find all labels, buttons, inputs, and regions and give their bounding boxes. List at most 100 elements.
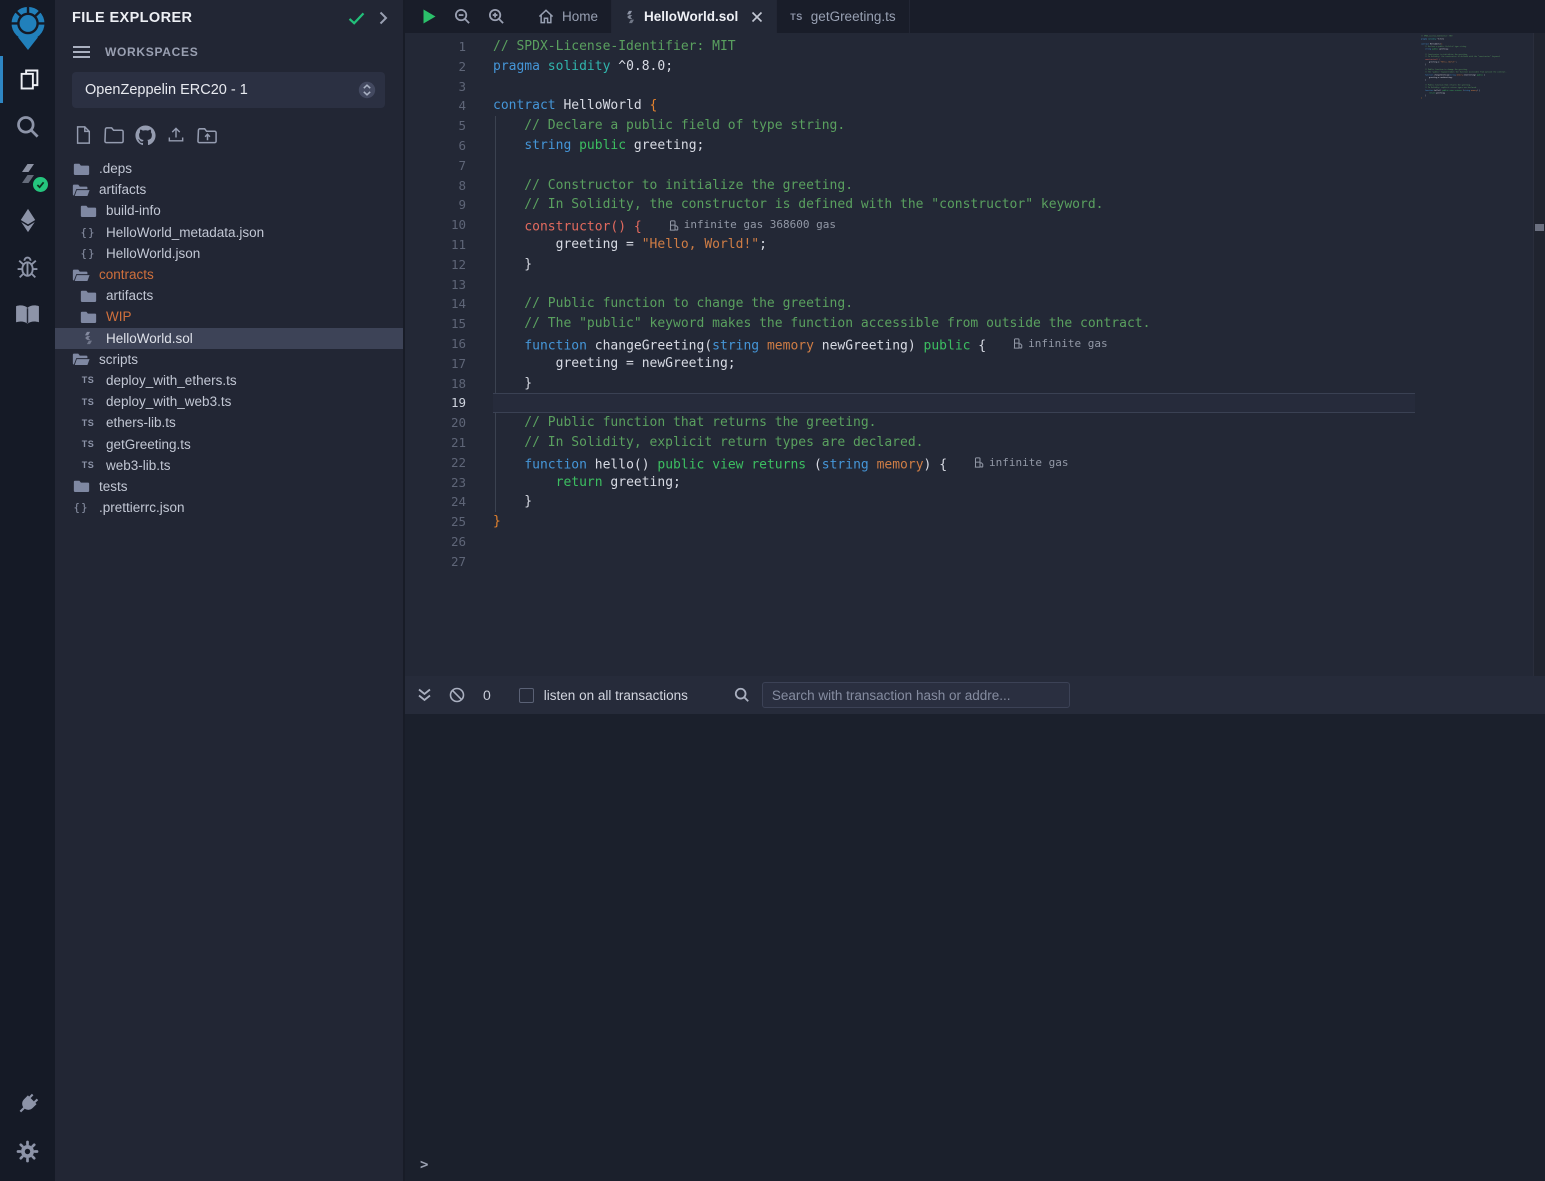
tree-item[interactable]: artifacts	[55, 179, 403, 200]
line-number[interactable]: 8	[405, 176, 493, 196]
editor-scrollbar[interactable]	[1533, 33, 1545, 676]
line-number[interactable]: 19	[405, 393, 493, 413]
code-line[interactable]: greeting = "Hello, World!";	[493, 235, 1415, 255]
zoom-out-icon[interactable]	[454, 8, 471, 25]
line-number[interactable]: 13	[405, 275, 493, 295]
line-number[interactable]: 12	[405, 255, 493, 275]
load-local-folder-icon[interactable]	[196, 124, 218, 146]
tree-item[interactable]: {}.prettierrc.json	[55, 497, 403, 518]
code-line[interactable]	[493, 156, 1415, 176]
rail-solidity-compiler[interactable]	[0, 150, 55, 197]
code-line[interactable]: // Constructor to initialize the greetin…	[493, 176, 1415, 196]
new-file-icon[interactable]	[72, 124, 94, 146]
rail-debugger[interactable]	[0, 244, 55, 291]
line-number[interactable]: 6	[405, 136, 493, 156]
line-number[interactable]: 22	[405, 453, 493, 473]
line-number[interactable]: 4	[405, 96, 493, 116]
terminal-search-input[interactable]	[762, 682, 1070, 708]
code-line[interactable]: greeting = newGreeting;	[493, 354, 1415, 374]
tree-item[interactable]: TSdeploy_with_web3.ts	[55, 391, 403, 412]
line-number[interactable]: 16	[405, 334, 493, 354]
tree-item[interactable]: artifacts	[55, 285, 403, 306]
code-line[interactable]	[1421, 102, 1522, 105]
code-line[interactable]	[493, 552, 1415, 572]
code-line[interactable]: constructor() {infinite gas 368600 gas	[493, 215, 1415, 235]
code-line[interactable]: // In Solidity, the constructor is defin…	[493, 195, 1415, 215]
tree-item[interactable]: build-info	[55, 200, 403, 221]
tree-item[interactable]: WIP	[55, 306, 403, 327]
code-line[interactable]: }	[493, 492, 1415, 512]
rail-settings[interactable]	[0, 1128, 55, 1175]
listen-transactions-checkbox[interactable]	[519, 688, 534, 703]
code-line[interactable]: }	[493, 374, 1415, 394]
code-area[interactable]: // SPDX-License-Identifier: MITpragma so…	[493, 33, 1415, 676]
code-line[interactable]: // Declare a public field of type string…	[493, 116, 1415, 136]
line-number[interactable]: 24	[405, 492, 493, 512]
line-number[interactable]: 17	[405, 354, 493, 374]
hamburger-menu-icon[interactable]	[72, 45, 91, 59]
code-line[interactable]	[493, 275, 1415, 295]
code-line[interactable]: return greeting;	[493, 473, 1415, 493]
line-number[interactable]: 23	[405, 473, 493, 493]
tree-item[interactable]: scripts	[55, 349, 403, 370]
line-number[interactable]: 1	[405, 37, 493, 57]
line-number[interactable]: 25	[405, 512, 493, 532]
line-number[interactable]: 7	[405, 156, 493, 176]
code-line[interactable]: // Public function to change the greetin…	[493, 294, 1415, 314]
tree-item[interactable]: tests	[55, 476, 403, 497]
line-number[interactable]: 3	[405, 77, 493, 97]
line-number[interactable]: 5	[405, 116, 493, 136]
line-number[interactable]: 18	[405, 374, 493, 394]
code-line[interactable]: // The "public" keyword makes the functi…	[493, 314, 1415, 334]
tree-item[interactable]: {}HelloWorld_metadata.json	[55, 222, 403, 243]
code-line[interactable]	[493, 77, 1415, 97]
minimap[interactable]: // SPDX-License-Identifier: MITpragma so…	[1421, 35, 1527, 113]
tree-item[interactable]: HelloWorld.sol	[55, 328, 403, 349]
collapse-terminal-icon[interactable]	[417, 688, 432, 702]
code-line[interactable]: // Public function that returns the gree…	[493, 413, 1415, 433]
code-line[interactable]: pragma solidity ^0.8.0;	[493, 57, 1415, 77]
line-number[interactable]: 9	[405, 195, 493, 215]
code-line[interactable]: function changeGreeting(string memory ne…	[493, 334, 1415, 354]
clear-console-icon[interactable]	[449, 687, 465, 703]
publish-workspace-icon[interactable]	[165, 124, 187, 146]
line-number[interactable]: 14	[405, 294, 493, 314]
line-number[interactable]: 2	[405, 57, 493, 77]
code-line[interactable]: // In Solidity, explicit return types ar…	[493, 433, 1415, 453]
code-line[interactable]: // SPDX-License-Identifier: MIT	[493, 37, 1415, 57]
line-number[interactable]: 26	[405, 532, 493, 552]
code-line[interactable]: contract HelloWorld {	[493, 96, 1415, 116]
collapse-panel-chevron-icon[interactable]	[379, 11, 388, 25]
new-folder-icon[interactable]	[103, 124, 125, 146]
code-line[interactable]: }	[493, 512, 1415, 532]
tab-helloworld-sol[interactable]: HelloWorld.sol	[612, 0, 777, 33]
line-number[interactable]: 27	[405, 552, 493, 572]
tree-item[interactable]: TSethers-lib.ts	[55, 412, 403, 433]
code-line[interactable]: }	[493, 255, 1415, 275]
tree-item[interactable]: TSweb3-lib.ts	[55, 455, 403, 476]
rail-file-explorer[interactable]	[0, 56, 55, 103]
run-script-play-icon[interactable]	[422, 8, 437, 25]
rail-deploy-run[interactable]	[0, 197, 55, 244]
workspace-select[interactable]: OpenZeppelin ERC20 - 1	[72, 72, 385, 108]
code-line[interactable]: string public greeting;	[493, 136, 1415, 156]
tree-item[interactable]: {}HelloWorld.json	[55, 243, 403, 264]
line-number[interactable]: 21	[405, 433, 493, 453]
clone-github-icon[interactable]	[134, 124, 156, 146]
line-number[interactable]: 20	[405, 413, 493, 433]
scrollbar-handle[interactable]	[1535, 224, 1544, 231]
rail-learneth[interactable]	[0, 291, 55, 338]
rail-search[interactable]	[0, 103, 55, 150]
tree-item[interactable]: .deps	[55, 158, 403, 179]
code-line[interactable]: function hello() public view returns (st…	[493, 453, 1415, 473]
tab-getgreeting-ts[interactable]: TS getGreeting.ts	[777, 0, 909, 33]
tab-home[interactable]: Home	[525, 0, 612, 33]
line-number[interactable]: 11	[405, 235, 493, 255]
close-tab-icon[interactable]	[751, 11, 763, 23]
zoom-in-icon[interactable]	[488, 8, 505, 25]
terminal-output[interactable]: >	[405, 714, 1545, 1181]
line-number[interactable]: 15	[405, 314, 493, 334]
tree-item[interactable]: contracts	[55, 264, 403, 285]
code-line[interactable]	[493, 393, 1415, 413]
tree-item[interactable]: TSdeploy_with_ethers.ts	[55, 370, 403, 391]
